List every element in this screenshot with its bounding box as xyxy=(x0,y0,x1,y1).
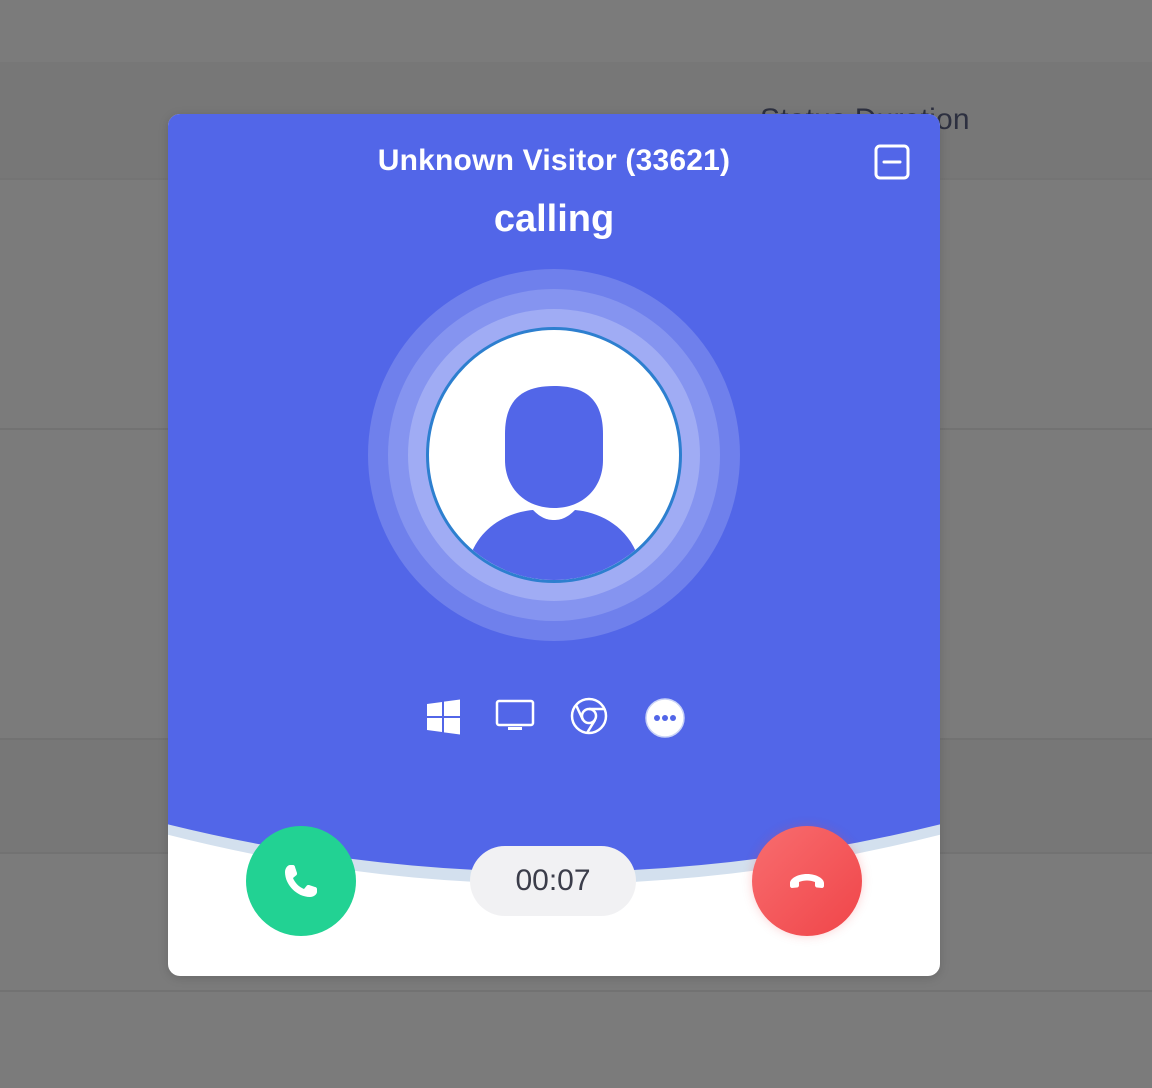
decline-call-button[interactable] xyxy=(752,826,862,936)
caller-avatar-pulse xyxy=(368,269,740,641)
incoming-call-card: Unknown Visitor (33621) calling 00:07 xyxy=(168,114,940,976)
phone-icon xyxy=(285,865,317,897)
avatar xyxy=(426,327,682,583)
more-icon[interactable] xyxy=(644,696,686,738)
chrome-icon xyxy=(570,697,608,735)
user-silhouette-icon xyxy=(469,386,639,580)
hang-up-icon xyxy=(790,874,824,888)
call-timer: 00:07 xyxy=(470,846,636,916)
windows-icon xyxy=(427,699,460,735)
minimize-button[interactable] xyxy=(874,144,910,180)
minimize-icon xyxy=(874,144,910,180)
accept-call-button[interactable] xyxy=(246,826,356,936)
visitor-device-info xyxy=(424,696,688,744)
background-divider xyxy=(0,990,1152,992)
desktop-icon xyxy=(495,699,535,730)
caller-name: Unknown Visitor (33621) xyxy=(377,144,731,177)
call-status: calling xyxy=(493,198,615,240)
